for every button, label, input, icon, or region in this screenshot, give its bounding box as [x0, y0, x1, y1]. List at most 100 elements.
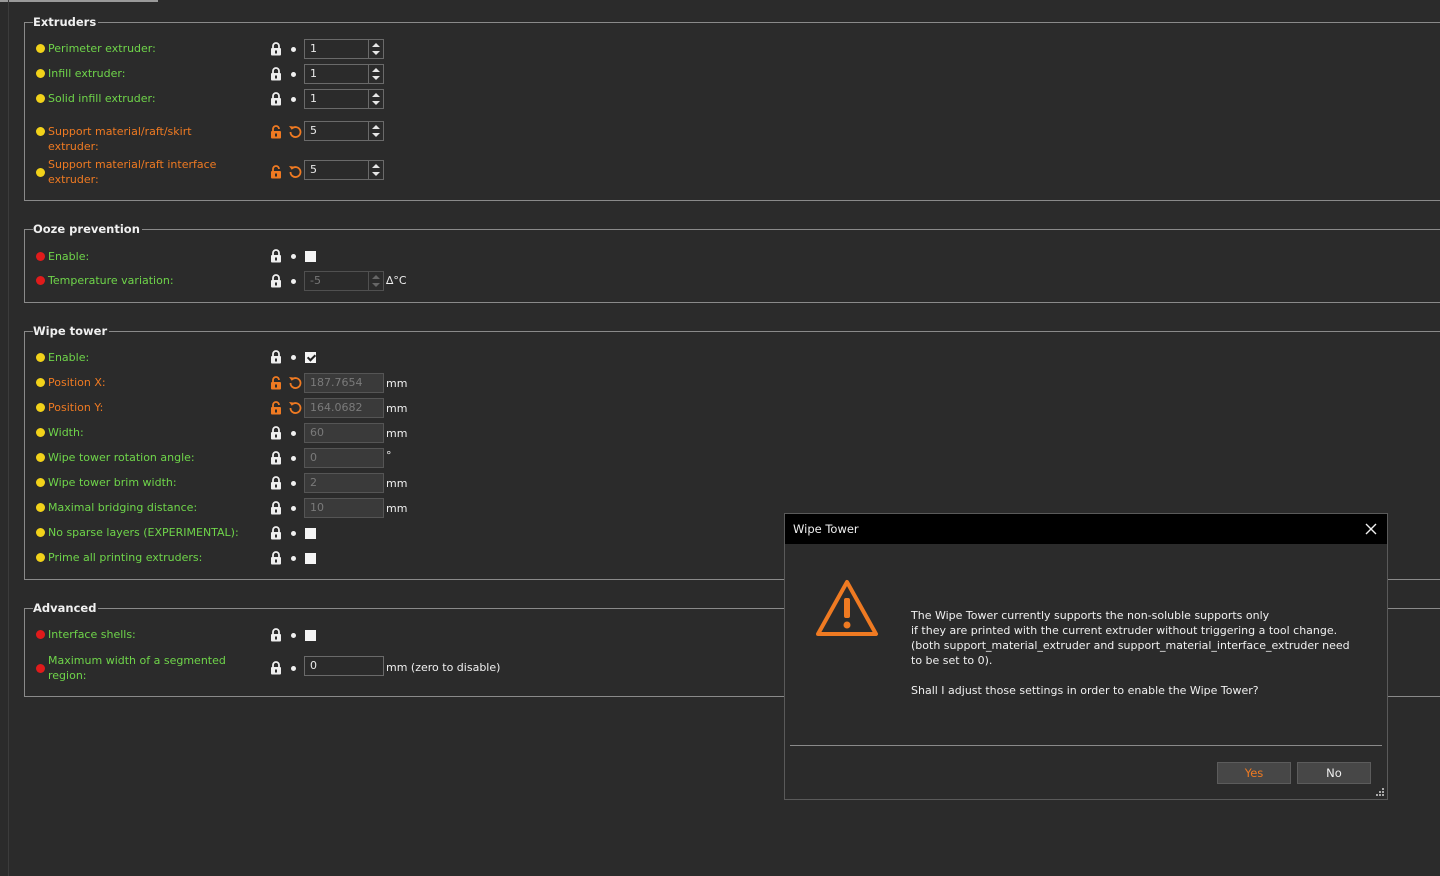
undo-arrow-icon[interactable]: [288, 375, 302, 389]
setting-row-support-interface-extruder: Support material/raft interface extruder…: [34, 157, 534, 189]
bullet-icon[interactable]: [291, 666, 296, 671]
spinner-arrows-icon[interactable]: [368, 40, 383, 58]
mode-dot-icon: [36, 478, 45, 487]
bullet-icon[interactable]: [291, 279, 296, 284]
left-panel-edge: [8, 0, 9, 876]
undo-arrow-icon[interactable]: [288, 124, 302, 138]
position-y-field[interactable]: 164.0682: [304, 398, 384, 418]
rotation-angle-field[interactable]: 0: [304, 448, 384, 468]
lock-icon[interactable]: [270, 426, 282, 440]
lock-icon[interactable]: [270, 249, 282, 263]
bullet-icon[interactable]: [291, 431, 296, 436]
setting-row-rotation-angle: Wipe tower rotation angle: 0 °: [34, 448, 534, 468]
width-field[interactable]: 60: [304, 423, 384, 443]
bullet-icon[interactable]: [291, 355, 296, 360]
dialog-message: The Wipe Tower currently supports the no…: [911, 608, 1351, 698]
bullet-icon[interactable]: [291, 254, 296, 259]
no-sparse-layers-checkbox[interactable]: [305, 528, 316, 539]
interface-shells-checkbox[interactable]: [305, 630, 316, 641]
mode-dot-icon: [36, 428, 45, 437]
spinner-arrows-icon[interactable]: [368, 122, 383, 140]
bullet-icon[interactable]: [291, 556, 296, 561]
unit-label: °: [386, 449, 392, 462]
lock-icon[interactable]: [270, 42, 282, 56]
lock-icon[interactable]: [270, 92, 282, 106]
lock-icon[interactable]: [270, 661, 282, 675]
ooze-enable-checkbox[interactable]: [305, 251, 316, 262]
mode-dot-icon: [36, 528, 45, 537]
spinner-arrows-icon[interactable]: [368, 272, 383, 290]
unlock-icon[interactable]: [270, 125, 282, 139]
bullet-icon[interactable]: [291, 531, 296, 536]
mode-dot-icon: [36, 276, 45, 285]
setting-row-max-segment-width: Maximum width of a segmented region: 0 m…: [34, 653, 534, 685]
bullet-icon[interactable]: [291, 456, 296, 461]
mode-dot-icon: [36, 403, 45, 412]
unit-label: mm (zero to disable): [386, 661, 501, 674]
spinner-arrows-icon[interactable]: [368, 90, 383, 108]
mode-dot-icon: [36, 168, 45, 177]
undo-arrow-icon[interactable]: [288, 164, 302, 178]
ooze-prevention-title: Ooze prevention: [33, 222, 142, 236]
setting-row-position-y: Position Y: 164.0682 mm: [34, 398, 534, 418]
position-x-field[interactable]: 187.7654: [304, 373, 384, 393]
dialog-title-bar[interactable]: Wipe Tower: [785, 514, 1387, 544]
lock-icon[interactable]: [270, 274, 282, 288]
message-question: Shall I adjust those settings in order t…: [911, 684, 1259, 697]
setting-label: Temperature variation:: [48, 274, 174, 287]
yes-button[interactable]: Yes: [1217, 762, 1291, 784]
lock-icon[interactable]: [270, 551, 282, 565]
setting-label: Perimeter extruder:: [48, 42, 156, 55]
setting-label: Support material/raft/skirt extruder:: [48, 125, 192, 153]
lock-icon[interactable]: [270, 67, 282, 81]
mode-dot-icon: [36, 664, 45, 673]
setting-row-no-sparse-layers: No sparse layers (EXPERIMENTAL):: [34, 523, 534, 543]
unlock-icon[interactable]: [270, 376, 282, 390]
bullet-icon[interactable]: [291, 47, 296, 52]
lock-icon[interactable]: [270, 476, 282, 490]
solid-infill-extruder-spinner[interactable]: 1: [304, 89, 384, 109]
max-segment-width-field[interactable]: 0: [304, 656, 384, 676]
setting-label: Width:: [48, 426, 84, 439]
brim-width-field[interactable]: 2: [304, 473, 384, 493]
setting-label: Support material/raft interface extruder…: [48, 158, 217, 186]
lock-icon[interactable]: [270, 451, 282, 465]
lock-icon[interactable]: [270, 526, 282, 540]
unlock-icon[interactable]: [270, 401, 282, 415]
resize-grip-icon[interactable]: [1375, 787, 1385, 797]
setting-label: Infill extruder:: [48, 67, 126, 80]
setting-row-support-extruder: Support material/raft/skirt extruder: 5: [34, 121, 534, 153]
setting-label: Maximal bridging distance:: [48, 501, 198, 514]
no-button[interactable]: No: [1297, 762, 1371, 784]
bullet-icon[interactable]: [291, 72, 296, 77]
message-line: (both support_material_extruder and supp…: [911, 639, 1350, 667]
infill-extruder-spinner[interactable]: 1: [304, 64, 384, 84]
lock-icon[interactable]: [270, 350, 282, 364]
perimeter-extruder-spinner[interactable]: 1: [304, 39, 384, 59]
bullet-icon[interactable]: [291, 481, 296, 486]
unit-label: mm: [386, 377, 408, 390]
wipe-enable-checkbox[interactable]: [305, 352, 316, 363]
support-extruder-spinner[interactable]: 5: [304, 121, 384, 141]
support-interface-extruder-spinner[interactable]: 5: [304, 160, 384, 180]
bridging-distance-field[interactable]: 10: [304, 498, 384, 518]
unit-label: mm: [386, 427, 408, 440]
spinner-arrows-icon[interactable]: [368, 161, 383, 179]
temperature-variation-spinner[interactable]: -5: [304, 271, 384, 291]
prime-extruders-checkbox[interactable]: [305, 553, 316, 564]
lock-icon[interactable]: [270, 628, 282, 642]
mode-dot-icon: [36, 503, 45, 512]
setting-label: Solid infill extruder:: [48, 92, 156, 105]
message-line: The Wipe Tower currently supports the no…: [911, 609, 1270, 622]
close-icon[interactable]: [1363, 521, 1379, 537]
spinner-arrows-icon[interactable]: [368, 65, 383, 83]
undo-arrow-icon[interactable]: [288, 400, 302, 414]
bullet-icon[interactable]: [291, 633, 296, 638]
setting-row-bridging-distance: Maximal bridging distance: 10 mm: [34, 498, 534, 518]
mode-dot-icon: [36, 630, 45, 639]
bullet-icon[interactable]: [291, 97, 296, 102]
bullet-icon[interactable]: [291, 506, 296, 511]
unlock-icon[interactable]: [270, 165, 282, 179]
lock-icon[interactable]: [270, 501, 282, 515]
mode-dot-icon: [36, 69, 45, 78]
